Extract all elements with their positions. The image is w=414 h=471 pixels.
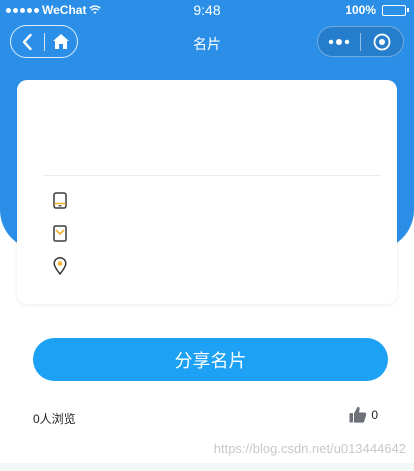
share-card-button[interactable]: 分享名片 (33, 338, 388, 381)
battery-percent: 100% (345, 3, 376, 17)
mail-icon (53, 224, 67, 242)
more-dots-icon (328, 38, 350, 45)
status-bar: WeChat 9:48 100% (0, 0, 414, 20)
navigation-bar: 名片 (0, 24, 414, 60)
like-count: 0 (371, 407, 378, 422)
bottom-strip (0, 463, 414, 471)
battery-info: 100% (345, 3, 409, 17)
more-button[interactable] (318, 27, 360, 56)
mail-row[interactable] (53, 223, 83, 243)
address-row[interactable] (53, 256, 83, 276)
view-count: 0人浏览 (33, 412, 76, 426)
location-pin-icon (53, 257, 67, 275)
battery-icon (382, 4, 409, 16)
like-button[interactable]: 0 (349, 406, 378, 423)
target-close-icon (373, 33, 391, 50)
business-card (17, 80, 397, 304)
thumbs-up-icon (349, 406, 367, 423)
phone-row[interactable] (53, 190, 83, 210)
card-divider (43, 175, 381, 176)
nav-capsule-right (317, 26, 404, 57)
watermark-text: https://blog.csdn.net/u013444642 (213, 441, 406, 456)
close-miniprogram-button[interactable] (361, 27, 403, 56)
phone-icon (53, 191, 67, 209)
